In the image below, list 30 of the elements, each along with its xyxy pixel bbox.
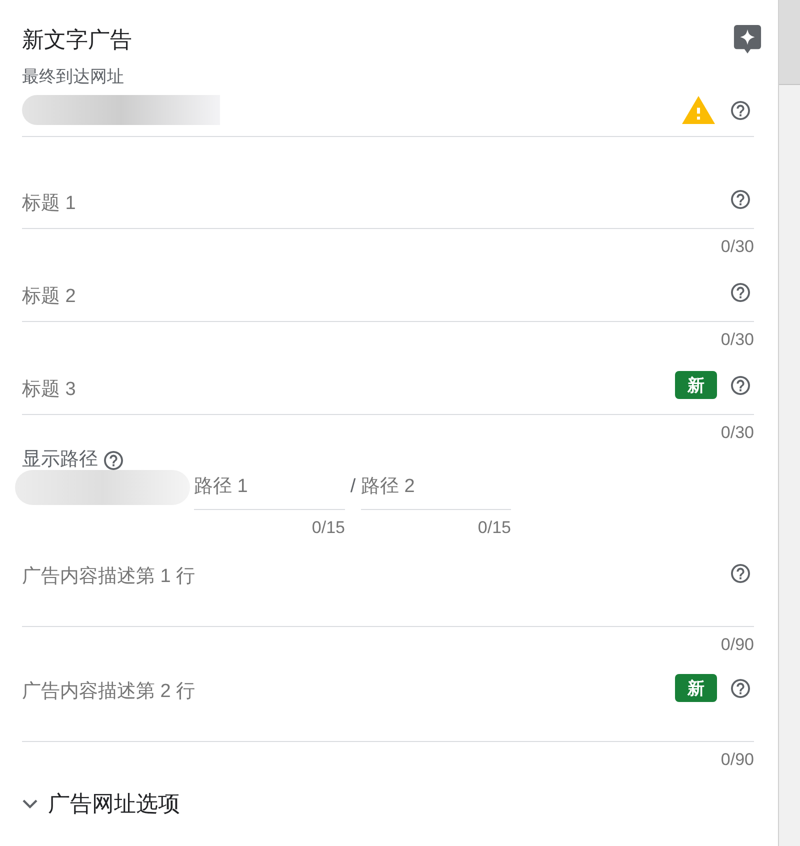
help-icon[interactable]	[731, 100, 750, 120]
panel-title: 新文字广告	[22, 26, 132, 54]
scrollbar-thumb[interactable]	[779, 0, 800, 85]
character-counter: 0/90	[720, 635, 754, 655]
path-input[interactable]: 路径 2	[361, 470, 511, 510]
help-icon[interactable]	[731, 564, 750, 582]
url-options-toggle[interactable]: 广告网址选项	[22, 790, 180, 818]
help-icon[interactable]	[731, 282, 750, 302]
character-counter: 0/30	[720, 330, 754, 350]
character-counter: 0/30	[720, 237, 754, 257]
character-counter: 0/15	[476, 518, 511, 538]
help-icon[interactable]	[731, 678, 750, 698]
new-badge: 新	[675, 371, 717, 399]
help-icon[interactable]	[731, 376, 750, 394]
character-counter: 0/30	[720, 423, 754, 443]
headline-input[interactable]: 标题 3	[22, 365, 675, 414]
path-separator: /	[349, 475, 357, 499]
new-badge: 新	[675, 674, 717, 702]
headline-input[interactable]: 标题 2	[22, 272, 731, 321]
help-icon[interactable]	[104, 450, 123, 470]
help-icon[interactable]	[731, 190, 750, 208]
character-counter: 0/15	[310, 518, 345, 538]
description-input[interactable]: 广告内容描述第 1 行	[22, 555, 731, 626]
path-input[interactable]: 路径 1	[194, 470, 345, 510]
sparkle-icon[interactable]	[733, 25, 762, 54]
field-label: 最终到达网址	[22, 66, 125, 88]
headline-input[interactable]: 标题 1	[22, 179, 731, 228]
description-input[interactable]: 广告内容描述第 2 行	[22, 670, 675, 741]
character-counter: 0/90	[720, 750, 754, 770]
field-label: 显示路径	[22, 450, 98, 470]
